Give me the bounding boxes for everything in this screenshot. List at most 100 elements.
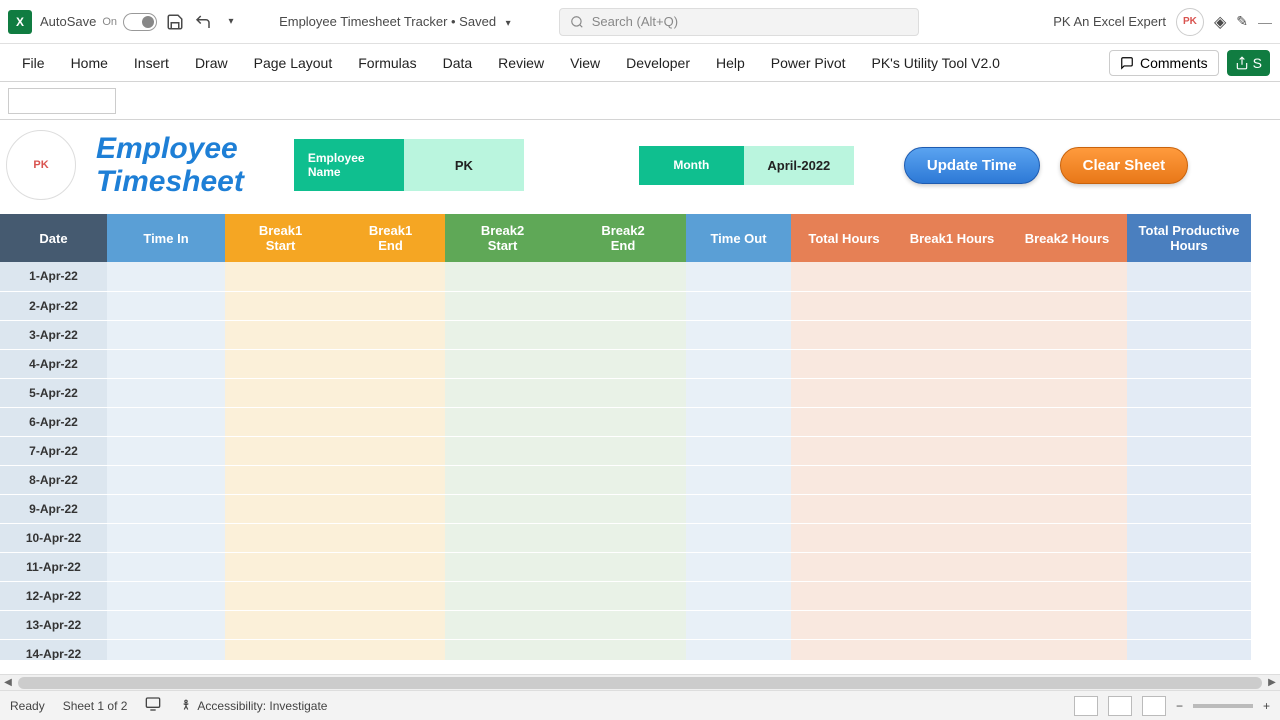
cell-break1-hours[interactable]	[897, 523, 1007, 552]
cell-date[interactable]: 12-Apr-22	[0, 581, 107, 610]
cell-break1-hours[interactable]	[897, 610, 1007, 639]
name-box[interactable]	[8, 88, 116, 114]
zoom-slider[interactable]	[1193, 704, 1253, 708]
cell-productive-hours[interactable]	[1127, 262, 1251, 291]
cell-timeout[interactable]	[686, 436, 791, 465]
cell-break1-hours[interactable]	[897, 262, 1007, 291]
cell-break2-end[interactable]	[560, 291, 686, 320]
cell-timeout[interactable]	[686, 465, 791, 494]
cell-date[interactable]: 8-Apr-22	[0, 465, 107, 494]
cell-date[interactable]: 13-Apr-22	[0, 610, 107, 639]
cell-date[interactable]: 2-Apr-22	[0, 291, 107, 320]
cell-timein[interactable]	[107, 291, 225, 320]
tab-draw[interactable]: Draw	[183, 47, 240, 79]
cell-total-hours[interactable]	[791, 407, 897, 436]
cell-timein[interactable]	[107, 552, 225, 581]
cell-break2-hours[interactable]	[1007, 378, 1127, 407]
cell-break2-hours[interactable]	[1007, 407, 1127, 436]
cell-date[interactable]: 6-Apr-22	[0, 407, 107, 436]
scrollbar-track[interactable]	[18, 677, 1262, 689]
cell-total-hours[interactable]	[791, 523, 897, 552]
cell-productive-hours[interactable]	[1127, 378, 1251, 407]
cell-break2-hours[interactable]	[1007, 291, 1127, 320]
cell-total-hours[interactable]	[791, 581, 897, 610]
cell-productive-hours[interactable]	[1127, 436, 1251, 465]
cell-break1-start[interactable]	[225, 436, 336, 465]
cell-break1-start[interactable]	[225, 349, 336, 378]
cell-break1-end[interactable]	[336, 494, 445, 523]
cell-timeout[interactable]	[686, 610, 791, 639]
clear-sheet-button[interactable]: Clear Sheet	[1060, 147, 1189, 184]
cell-timeout[interactable]	[686, 378, 791, 407]
cell-date[interactable]: 4-Apr-22	[0, 349, 107, 378]
cell-break1-end[interactable]	[336, 320, 445, 349]
cell-break1-start[interactable]	[225, 378, 336, 407]
cell-productive-hours[interactable]	[1127, 581, 1251, 610]
cell-timeout[interactable]	[686, 523, 791, 552]
cell-break1-start[interactable]	[225, 610, 336, 639]
cell-break2-end[interactable]	[560, 581, 686, 610]
cell-break1-start[interactable]	[225, 407, 336, 436]
cell-break1-hours[interactable]	[897, 494, 1007, 523]
scroll-left-icon[interactable]: ◀	[0, 675, 16, 691]
cell-timein[interactable]	[107, 262, 225, 291]
tab-data[interactable]: Data	[431, 47, 485, 79]
cell-timein[interactable]	[107, 581, 225, 610]
cell-timeout[interactable]	[686, 262, 791, 291]
cell-break1-end[interactable]	[336, 552, 445, 581]
cell-break1-hours[interactable]	[897, 349, 1007, 378]
tab-insert[interactable]: Insert	[122, 47, 181, 79]
cell-break1-hours[interactable]	[897, 407, 1007, 436]
cell-break1-start[interactable]	[225, 552, 336, 581]
cell-break1-start[interactable]	[225, 581, 336, 610]
cell-total-hours[interactable]	[791, 610, 897, 639]
chevron-down-icon[interactable]: ▾	[221, 12, 241, 32]
user-account[interactable]: PK An Excel Expert PK ◈ ✎ —	[1053, 8, 1272, 36]
cell-break2-start[interactable]	[445, 552, 560, 581]
cell-date[interactable]: 7-Apr-22	[0, 436, 107, 465]
tab-view[interactable]: View	[558, 47, 612, 79]
cell-break1-hours[interactable]	[897, 639, 1007, 660]
cell-break1-end[interactable]	[336, 610, 445, 639]
cell-timein[interactable]	[107, 436, 225, 465]
toggle-switch-icon[interactable]	[123, 13, 157, 31]
cell-break1-end[interactable]	[336, 291, 445, 320]
cell-timeout[interactable]	[686, 494, 791, 523]
cell-productive-hours[interactable]	[1127, 639, 1251, 660]
document-title[interactable]: Employee Timesheet Tracker • Saved ▾	[279, 14, 511, 29]
cell-timein[interactable]	[107, 610, 225, 639]
cell-break2-hours[interactable]	[1007, 465, 1127, 494]
zoom-in-icon[interactable]: +	[1263, 699, 1270, 713]
cell-break1-hours[interactable]	[897, 581, 1007, 610]
cell-timeout[interactable]	[686, 639, 791, 660]
cell-total-hours[interactable]	[791, 349, 897, 378]
cell-timein[interactable]	[107, 320, 225, 349]
normal-view-button[interactable]	[1074, 696, 1098, 716]
cell-break2-end[interactable]	[560, 465, 686, 494]
comments-button[interactable]: Comments	[1109, 50, 1219, 76]
cell-break2-hours[interactable]	[1007, 262, 1127, 291]
cell-break2-end[interactable]	[560, 523, 686, 552]
cell-break1-start[interactable]	[225, 639, 336, 660]
cell-date[interactable]: 9-Apr-22	[0, 494, 107, 523]
cell-total-hours[interactable]	[791, 436, 897, 465]
tab-home[interactable]: Home	[59, 47, 120, 79]
cell-productive-hours[interactable]	[1127, 552, 1251, 581]
cell-break2-end[interactable]	[560, 262, 686, 291]
cell-timeout[interactable]	[686, 581, 791, 610]
cell-date[interactable]: 10-Apr-22	[0, 523, 107, 552]
cell-timein[interactable]	[107, 639, 225, 660]
cell-break1-start[interactable]	[225, 291, 336, 320]
cell-total-hours[interactable]	[791, 465, 897, 494]
cell-break2-end[interactable]	[560, 610, 686, 639]
tab-review[interactable]: Review	[486, 47, 556, 79]
cell-productive-hours[interactable]	[1127, 407, 1251, 436]
cell-break2-start[interactable]	[445, 378, 560, 407]
cell-timein[interactable]	[107, 465, 225, 494]
cell-break1-hours[interactable]	[897, 378, 1007, 407]
cell-break1-end[interactable]	[336, 436, 445, 465]
cell-break1-start[interactable]	[225, 494, 336, 523]
display-settings-icon[interactable]	[145, 696, 161, 715]
tab-developer[interactable]: Developer	[614, 47, 702, 79]
cell-break2-start[interactable]	[445, 320, 560, 349]
